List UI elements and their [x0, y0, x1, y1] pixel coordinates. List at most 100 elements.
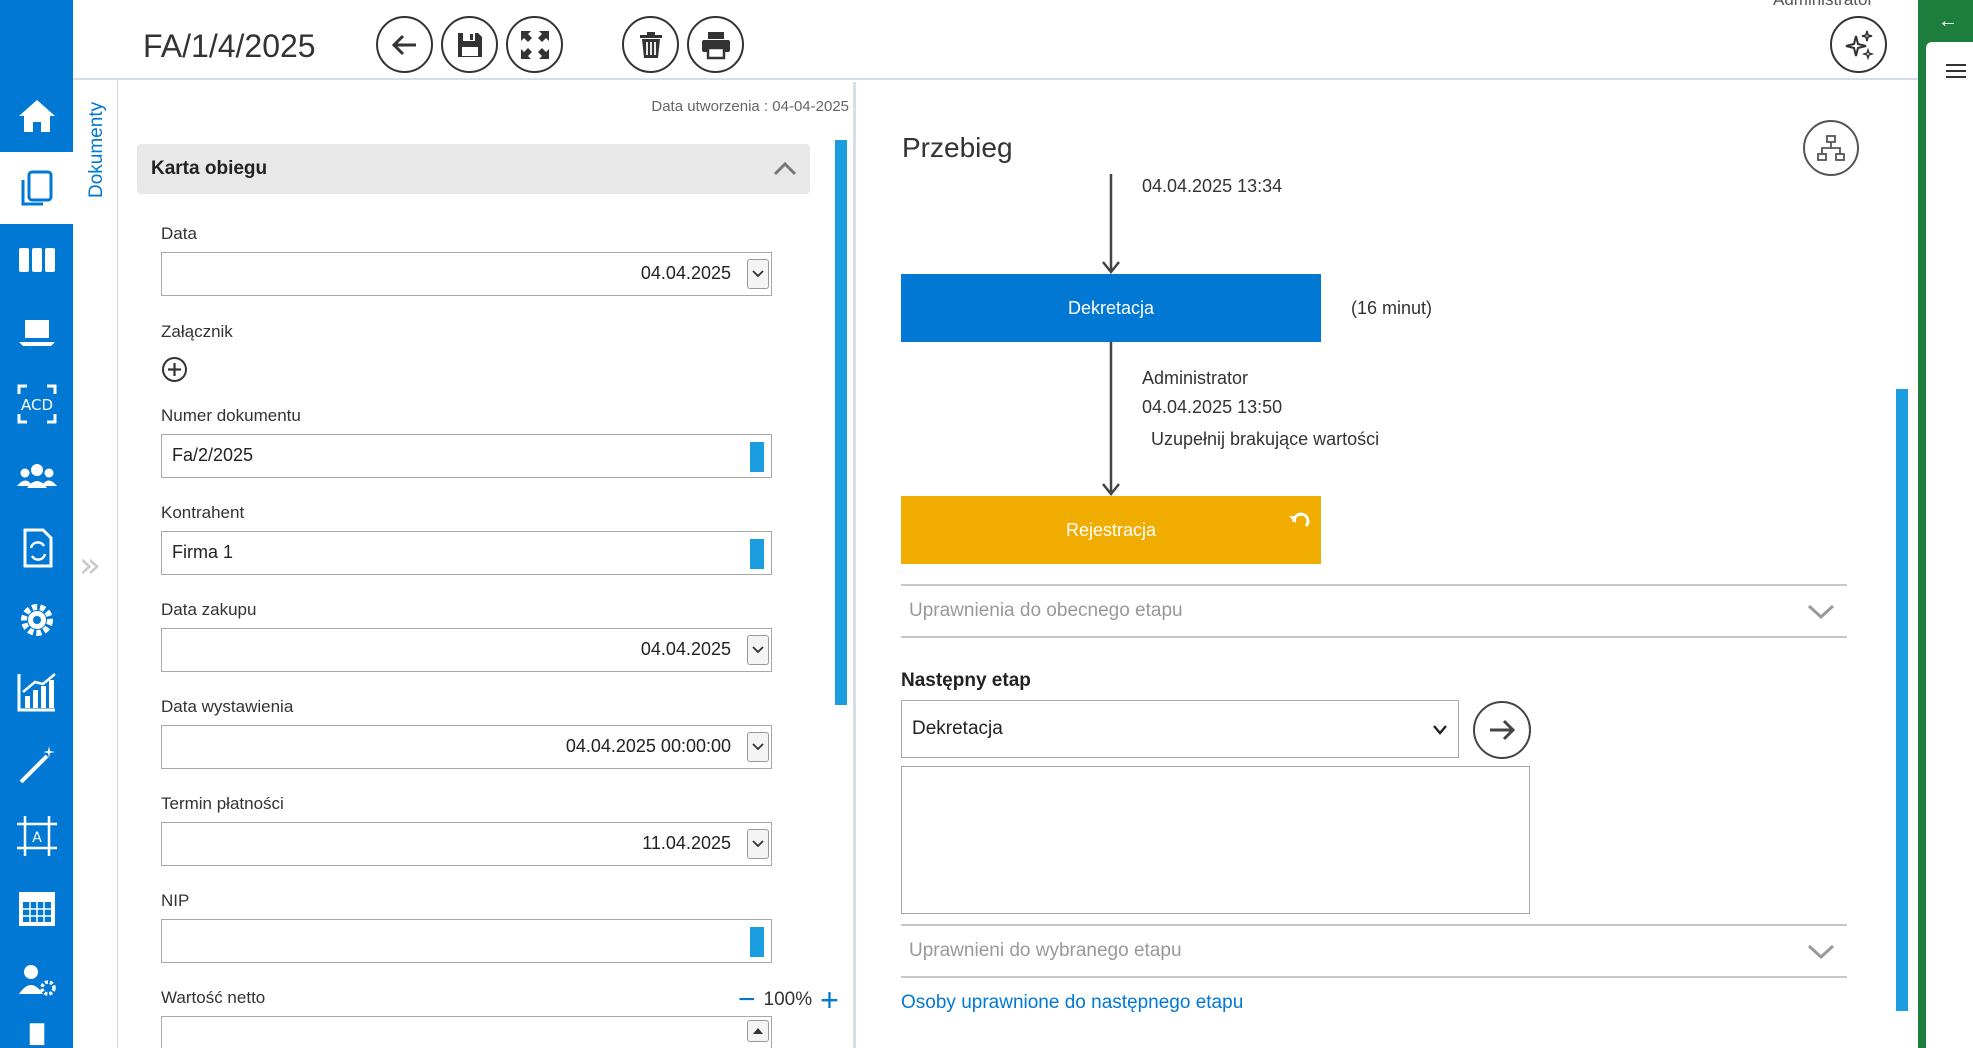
numer-field[interactable]: Fa/2/2025: [161, 434, 772, 478]
transition-user: Administrator: [1142, 368, 1249, 388]
documents-icon: [21, 170, 52, 206]
nav-ocr[interactable]: ACD: [0, 368, 73, 440]
nip-label: NIP: [161, 891, 190, 910]
user-name: Administrator: [1773, 0, 1873, 10]
lookup-marker[interactable]: [750, 442, 764, 472]
nav-workflow[interactable]: [0, 512, 73, 584]
chart-icon: [17, 673, 56, 712]
nav-binders[interactable]: [0, 224, 73, 296]
flow-arrow: [1102, 174, 1120, 275]
nav-reports[interactable]: [0, 656, 73, 728]
svg-text:ACD: ACD: [20, 396, 52, 414]
chevron-down-icon: [1807, 944, 1835, 960]
nav-home[interactable]: [0, 80, 73, 152]
nav-laptop[interactable]: [0, 296, 73, 368]
zoom-out-button[interactable]: −: [738, 985, 756, 1015]
chevron-down-icon: [752, 270, 764, 278]
section-header[interactable]: Karta obiegu: [137, 144, 810, 194]
nav-settings[interactable]: [0, 584, 73, 656]
hierarchy-icon: [1817, 135, 1845, 161]
numer-value: Fa/2/2025: [172, 445, 254, 465]
triangle-up-icon: [753, 1028, 763, 1034]
ai-assistant-button[interactable]: [1830, 16, 1887, 73]
form-scrollbar[interactable]: [835, 140, 847, 705]
nav-wizard[interactable]: [0, 728, 73, 800]
next-stage-select[interactable]: Dekretacja: [901, 700, 1459, 758]
workflow-panel: Przebieg 04.04.2025 13:34 Dekretacja (16…: [859, 82, 1918, 1048]
zoom-level: 100%: [763, 989, 813, 1010]
date-dropdown-button[interactable]: [747, 732, 769, 762]
main-nav: ACD A: [0, 0, 73, 1048]
selected-stage-permissions[interactable]: Uprawnieni do wybranego etapu: [901, 924, 1847, 978]
save-icon: [457, 32, 482, 57]
comment-textarea[interactable]: [901, 766, 1530, 914]
stage-dekretacja[interactable]: Dekretacja: [901, 274, 1321, 342]
nav-designer[interactable]: A: [0, 800, 73, 872]
expand-icon: [520, 30, 549, 59]
workflow-diagram-button[interactable]: [1803, 120, 1859, 176]
stage-label: Rejestracja: [1065, 519, 1157, 540]
form-panel: Data utworzenia : 04-04-2025 Karta obieg…: [118, 82, 856, 1048]
nav-documents[interactable]: [0, 152, 73, 224]
binders-icon: [18, 248, 55, 272]
nav-calendar[interactable]: [0, 872, 73, 944]
termin-label: Termin płatności: [161, 794, 284, 813]
proceed-button[interactable]: [1473, 701, 1531, 759]
nav-more[interactable]: [0, 1016, 73, 1048]
data-wystawienia-field[interactable]: 04.04.2025 00:00:00: [161, 725, 772, 769]
lookup-marker[interactable]: [750, 539, 764, 569]
next-stage-users-link[interactable]: Osoby uprawnione do następnego etapu: [901, 992, 1243, 1014]
expand-panel-icon[interactable]: »: [79, 545, 101, 586]
ocr-icon: ACD: [17, 384, 56, 424]
data-wystawienia-label: Data wystawienia: [161, 697, 294, 716]
document-sync-icon: [23, 528, 52, 568]
zoom-in-button[interactable]: +: [820, 984, 839, 1016]
stage-rejestracja[interactable]: Rejestracja: [901, 496, 1321, 564]
date-dropdown-button[interactable]: [747, 829, 769, 859]
add-attachment-icon[interactable]: [161, 356, 188, 383]
svg-text:A: A: [32, 830, 42, 846]
workflow-scrollbar[interactable]: [1896, 389, 1908, 1011]
stage-label: Dekretacja: [1067, 297, 1155, 318]
kontrahent-value: Firma 1: [172, 542, 234, 562]
wartosc-netto-field[interactable]: [161, 1016, 772, 1048]
nip-field[interactable]: [161, 919, 772, 963]
back-button[interactable]: [376, 16, 433, 73]
date-dropdown-button[interactable]: [747, 259, 769, 289]
lookup-marker[interactable]: [750, 927, 764, 957]
arrow-left-icon: [391, 34, 416, 55]
undo-icon[interactable]: [1287, 508, 1313, 534]
data-field[interactable]: 04.04.2025: [161, 252, 772, 296]
home-icon: [18, 100, 55, 132]
spinner-up-button[interactable]: [747, 1020, 769, 1042]
documents-tab-label[interactable]: Dokumenty: [86, 102, 108, 198]
accordion-label: Uprawnieni do wybranego etapu: [909, 940, 1182, 961]
termin-field[interactable]: 11.04.2025: [161, 822, 772, 866]
hamburger-menu-icon[interactable]: [1946, 64, 1966, 82]
chevron-down-icon: [752, 840, 764, 848]
data-zakupu-field[interactable]: 04.04.2025: [161, 628, 772, 672]
designer-icon: A: [16, 816, 57, 856]
chevron-down-icon: [1807, 604, 1835, 620]
arrow-left-icon[interactable]: ←: [1938, 10, 1958, 33]
users-icon: [16, 464, 57, 488]
calendar-icon: [18, 892, 55, 926]
nav-users[interactable]: [0, 440, 73, 512]
date-dropdown-button[interactable]: [747, 635, 769, 665]
data-zakupu-label: Data zakupu: [161, 600, 257, 619]
fullscreen-button[interactable]: [506, 16, 563, 73]
user-gear-icon: [18, 965, 56, 996]
trash-icon: [639, 31, 662, 58]
chevron-up-icon[interactable]: [772, 156, 798, 182]
stage-duration: (16 minut): [1351, 298, 1433, 318]
section-title: Karta obiegu: [151, 158, 268, 179]
save-button[interactable]: [441, 16, 498, 73]
nav-user-settings[interactable]: [0, 944, 73, 1016]
kontrahent-field[interactable]: Firma 1: [161, 531, 772, 575]
arrow-right-icon: [1490, 719, 1516, 741]
chevron-down-icon: [1433, 725, 1447, 735]
print-button[interactable]: [687, 16, 744, 73]
wartosc-netto-label: Wartość netto: [161, 988, 266, 1007]
current-stage-permissions[interactable]: Uprawnienia do obecnego etapu: [901, 584, 1847, 638]
delete-button[interactable]: [622, 16, 679, 73]
